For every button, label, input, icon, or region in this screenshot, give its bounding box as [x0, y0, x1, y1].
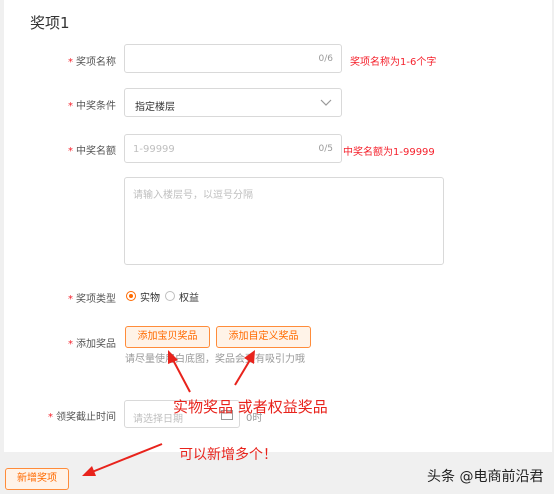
arrow-to-treasure-button — [168, 350, 191, 393]
watermark: 头条 @电商前沿君 — [427, 469, 544, 485]
annotation-arrows — [82, 350, 255, 476]
arrow-to-add-award-button — [82, 443, 163, 476]
arrow-to-custom-button — [234, 350, 255, 386]
